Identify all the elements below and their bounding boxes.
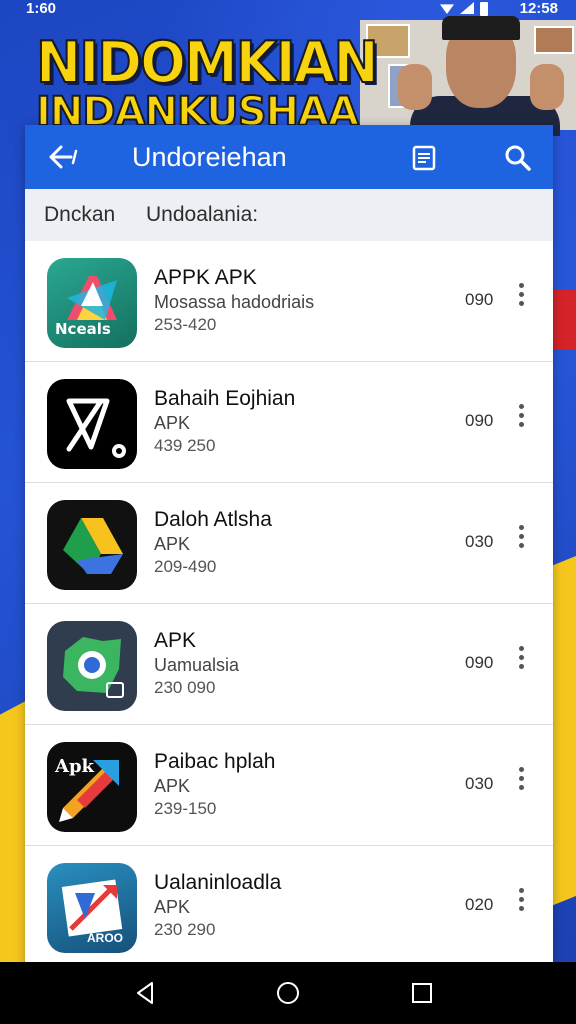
app-meta: 230 290 <box>154 920 216 939</box>
document-icon[interactable] <box>409 143 439 173</box>
map-pin-app-icon <box>47 621 137 711</box>
app-meta: 239-150 <box>154 799 217 818</box>
app-count: 030 <box>465 774 494 793</box>
map-pin-logo-icon <box>63 637 124 698</box>
status-icons <box>440 2 488 16</box>
person-hand-right <box>530 64 564 110</box>
sub-header-left[interactable]: Dnckan <box>44 203 115 227</box>
nav-home-icon[interactable] <box>275 980 301 1006</box>
background-stripe-red <box>554 290 576 350</box>
drive-logo-icon <box>63 518 123 574</box>
app-count: 090 <box>465 411 494 430</box>
map-arrow-icon-label: AROO <box>87 931 123 945</box>
search-icon[interactable] <box>503 143 533 173</box>
app-name: APK <box>154 629 197 652</box>
more-vert-icon[interactable] <box>515 283 527 313</box>
app-meta: 439 250 <box>154 436 216 455</box>
app-subtitle: Mosassa hadodriais <box>154 292 315 312</box>
app-list: Nceals APPK APK Mosassa hadodriais 253-4… <box>25 241 553 965</box>
nav-recents-icon[interactable] <box>409 980 435 1006</box>
arrow-back-icon[interactable] <box>47 141 83 173</box>
nceals-app-icon: Nceals <box>47 258 137 348</box>
nav-back-icon[interactable] <box>132 980 158 1006</box>
list-item[interactable]: APK Uamualsia 230 090 090 <box>25 604 553 725</box>
app-meta: 230 090 <box>154 678 216 697</box>
list-item[interactable]: Daloh Atlsha APK 209-490 030 <box>25 483 553 604</box>
drive-app-icon <box>47 500 137 590</box>
xa-app-icon <box>47 379 137 469</box>
app-subtitle: APK <box>154 534 191 554</box>
xa-logo-icon <box>66 398 126 458</box>
app-subtitle: APK <box>154 413 191 433</box>
person-hand-left <box>398 64 432 110</box>
battery-icon <box>480 2 488 16</box>
app-meta: 253-420 <box>154 315 217 334</box>
nceals-icon-label: Nceals <box>55 320 111 338</box>
app-count: 030 <box>465 532 494 551</box>
app-count: 090 <box>465 290 494 309</box>
app-meta: 209-490 <box>154 557 217 576</box>
app-name: Daloh Atlsha <box>154 508 272 531</box>
app-name: Paibac hplah <box>154 750 276 773</box>
app-count: 090 <box>465 653 494 672</box>
app-title: Undoreiehan <box>132 142 287 172</box>
more-vert-icon[interactable] <box>515 646 527 676</box>
map-arrow-app-icon: AROO <box>47 863 137 953</box>
app-name: Ualaninloadla <box>154 871 282 894</box>
app-bar: Undoreiehan <box>25 125 553 189</box>
sub-header-right[interactable]: Undoalania: <box>146 203 258 227</box>
status-time-right: 12:58 <box>519 0 558 17</box>
more-vert-icon[interactable] <box>515 525 527 555</box>
app-window: Undoreiehan Dnckan Undoalania: Nceals AP… <box>25 125 553 965</box>
status-bar: 1:60 12:58 <box>0 0 576 20</box>
app-subtitle: APK <box>154 776 191 796</box>
status-time-left: 1:60 <box>26 0 57 17</box>
sub-header: Dnckan Undoalania: <box>25 189 553 241</box>
list-item[interactable]: AROO Ualaninloadla APK 230 290 020 <box>25 846 553 965</box>
more-vert-icon[interactable] <box>515 888 527 918</box>
list-item[interactable]: Bahaih Eojhian APK 439 250 090 <box>25 362 553 483</box>
app-name: Bahaih Eojhian <box>154 387 296 410</box>
app-subtitle: APK <box>154 897 191 917</box>
apk-pencil-app-icon: Apk <box>47 742 137 832</box>
app-name: APPK APK <box>154 266 257 289</box>
app-subtitle: Uamualsia <box>154 655 240 675</box>
more-vert-icon[interactable] <box>515 404 527 434</box>
wall-poster <box>534 26 574 54</box>
apk-icon-label: Apk <box>55 756 95 777</box>
banner-title: NIDOMKIAN <box>35 29 380 96</box>
wifi-icon <box>440 4 454 14</box>
list-item[interactable]: Apk Paibac hplah APK 239-150 030 <box>25 725 553 846</box>
navigation-bar <box>0 962 576 1024</box>
app-count: 020 <box>465 895 494 914</box>
more-vert-icon[interactable] <box>515 767 527 797</box>
list-item[interactable]: Nceals APPK APK Mosassa hadodriais 253-4… <box>25 241 553 362</box>
signal-icon <box>460 2 474 14</box>
